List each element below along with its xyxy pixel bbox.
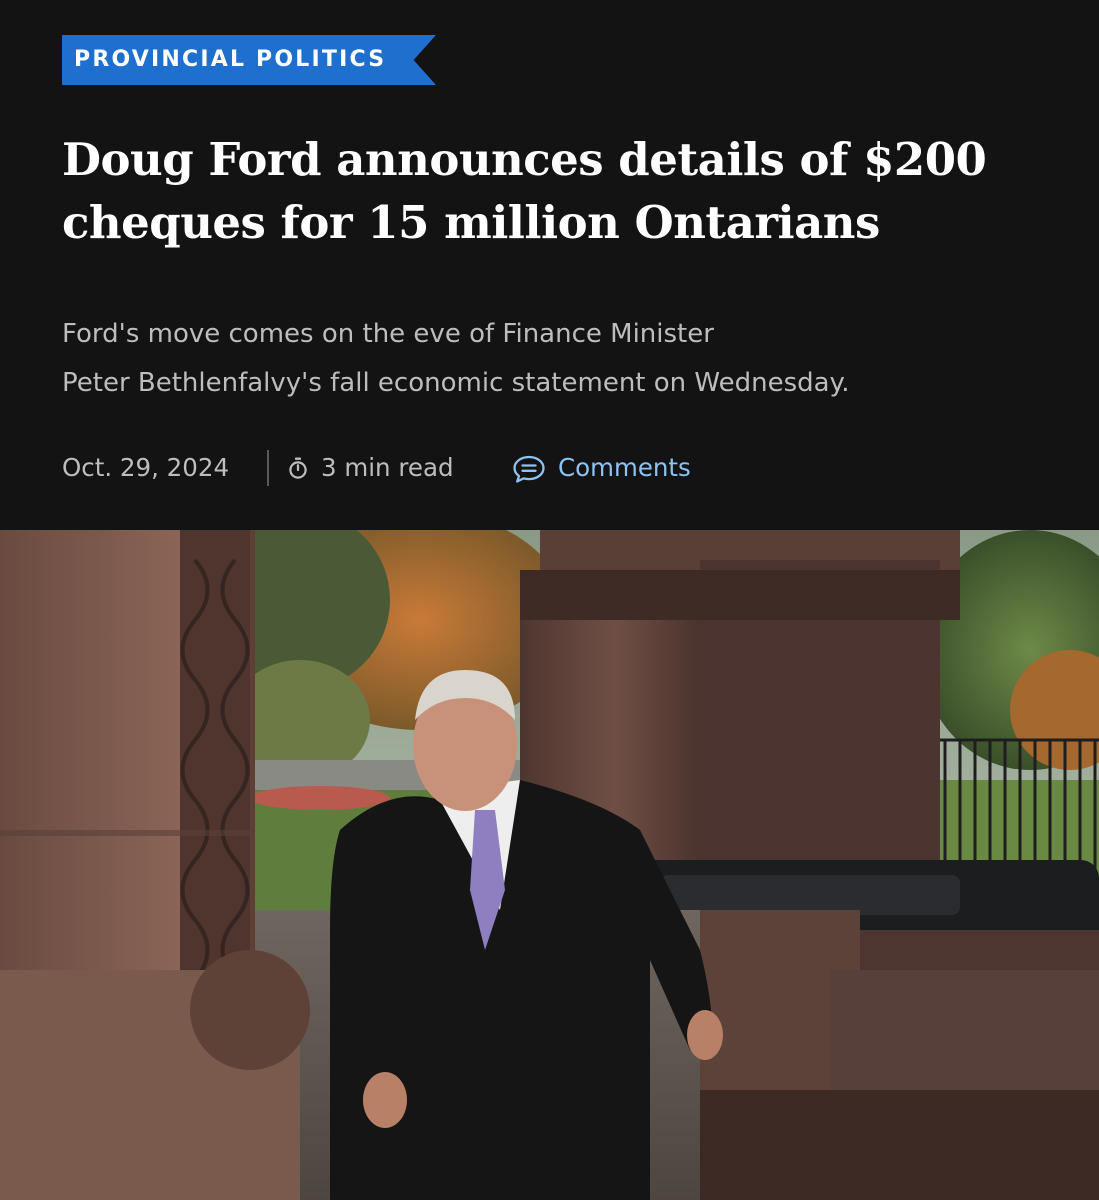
article-photo[interactable] — [0, 530, 1099, 1200]
comments-label: Comments — [558, 453, 691, 482]
headline-line-2: cheques for 15 million Ontarians — [62, 196, 880, 249]
comments-link[interactable]: Comments — [510, 448, 730, 488]
meta-divider — [267, 450, 269, 486]
read-time: 3 min read — [321, 453, 454, 482]
subheadline-line-2: Peter Bethlenfalvy's fall economic state… — [62, 368, 850, 398]
headline-line-1: Doug Ford announces details of $200 — [62, 133, 987, 186]
headline: Doug Ford announces details of $200 chequ… — [62, 128, 1052, 254]
publish-date: Oct. 29, 2024 — [62, 453, 230, 482]
article-header: PROVINCIAL POLITICS Doug Ford announces … — [0, 0, 1099, 530]
subheadline-line-1: Ford's move comes on the eve of Finance … — [62, 319, 714, 349]
subheadline: Ford's move comes on the eve of Finance … — [62, 310, 1072, 408]
category-tag[interactable]: PROVINCIAL POLITICS — [62, 35, 436, 85]
article-meta: Oct. 29, 2024 3 min read Comments — [62, 448, 1062, 488]
stopwatch-icon — [289, 457, 307, 479]
speech-bubble-icon — [513, 455, 545, 483]
category-label: PROVINCIAL POLITICS — [74, 47, 387, 72]
